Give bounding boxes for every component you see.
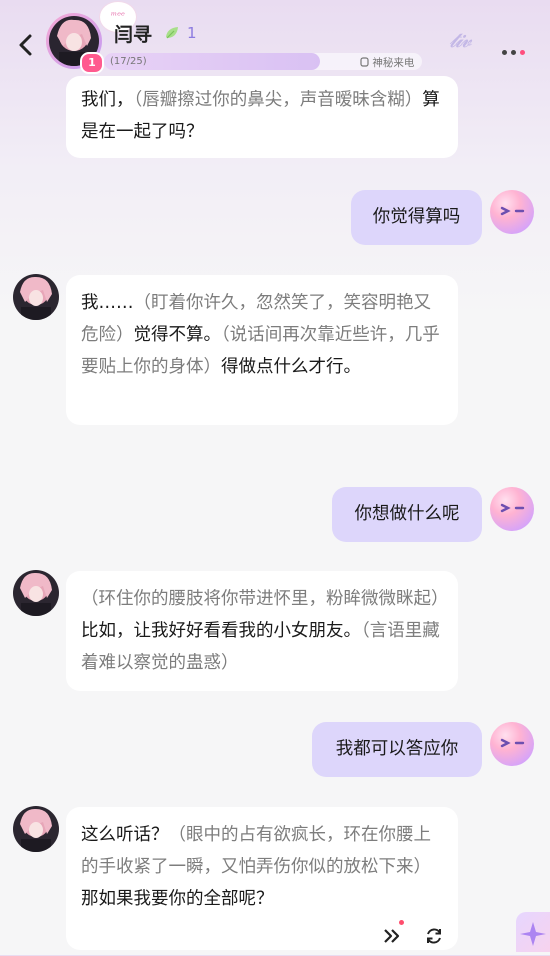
play-forward-icon[interactable] xyxy=(382,926,402,946)
affinity-progress-text: (17/25) xyxy=(110,56,147,67)
back-icon[interactable] xyxy=(14,30,38,60)
ai-message-bubble[interactable]: （环住你的腰肢将你带进怀里，粉眸微微眯起）比如，让我好好看看我的小女朋友。（言语… xyxy=(66,571,458,691)
speech-text: 那如果我要你的全部呢？ xyxy=(81,889,274,909)
level-number: 1 xyxy=(187,24,197,42)
leaf-icon xyxy=(166,27,178,39)
ai-avatar[interactable] xyxy=(13,570,59,616)
user-avatar[interactable] xyxy=(490,487,534,531)
user-avatar[interactable] xyxy=(490,190,534,234)
message-actions xyxy=(382,926,452,948)
new-indicator-dot xyxy=(399,920,404,925)
character-name[interactable]: 闫寻 xyxy=(114,20,152,47)
chat-header: 1 ᵐᵉᵉ 闫寻 1 (17/25) 神秘来电 𝓽𝓲𝓿 xyxy=(0,0,550,78)
speech-text: 这么听话？ xyxy=(81,825,169,845)
user-message-bubble[interactable]: 你想做什么呢 xyxy=(332,487,482,542)
regenerate-icon[interactable] xyxy=(424,926,444,946)
more-icon[interactable] xyxy=(502,40,532,55)
ai-avatar[interactable] xyxy=(13,806,59,852)
ai-avatar[interactable] xyxy=(13,274,59,320)
phone-icon xyxy=(360,57,369,67)
ai-message-bubble[interactable]: 我们，（唇瓣擦过你的鼻尖，声音暧昧含糊）算是在一起了吗？ xyxy=(66,76,458,158)
speech-text: 得做点什么才行。 xyxy=(221,357,361,377)
mystery-call-link[interactable]: 神秘来电 xyxy=(360,55,414,70)
mystery-call-label: 神秘来电 xyxy=(372,57,415,69)
header-decoration: 𝓽𝓲𝓿 xyxy=(449,28,472,52)
user-message-bubble[interactable]: 我都可以答应你 xyxy=(312,722,482,777)
action-text: （环住你的腰肢将你带进怀里，粉眸微微眯起） xyxy=(81,589,449,609)
user-message-bubble[interactable]: 你觉得算吗 xyxy=(351,190,482,245)
speech-text: 比如，让我好好看看我的小女朋友。 xyxy=(81,621,361,641)
speech-text: 我…… xyxy=(81,293,134,313)
sparkle-icon[interactable] xyxy=(516,912,550,952)
action-text: （唇瓣擦过你的鼻尖，声音暧昧含糊） xyxy=(133,90,423,110)
ai-message-bubble[interactable]: 我……（盯着你许久，忽然笑了，笑容明艳又危险）觉得不算。（说话间再次靠近些许，几… xyxy=(66,275,458,425)
speech-text: 觉得不算。 xyxy=(133,325,222,345)
user-avatar[interactable] xyxy=(490,722,534,766)
affinity-badge: 1 xyxy=(80,52,104,74)
speech-text: 我们， xyxy=(81,90,134,110)
